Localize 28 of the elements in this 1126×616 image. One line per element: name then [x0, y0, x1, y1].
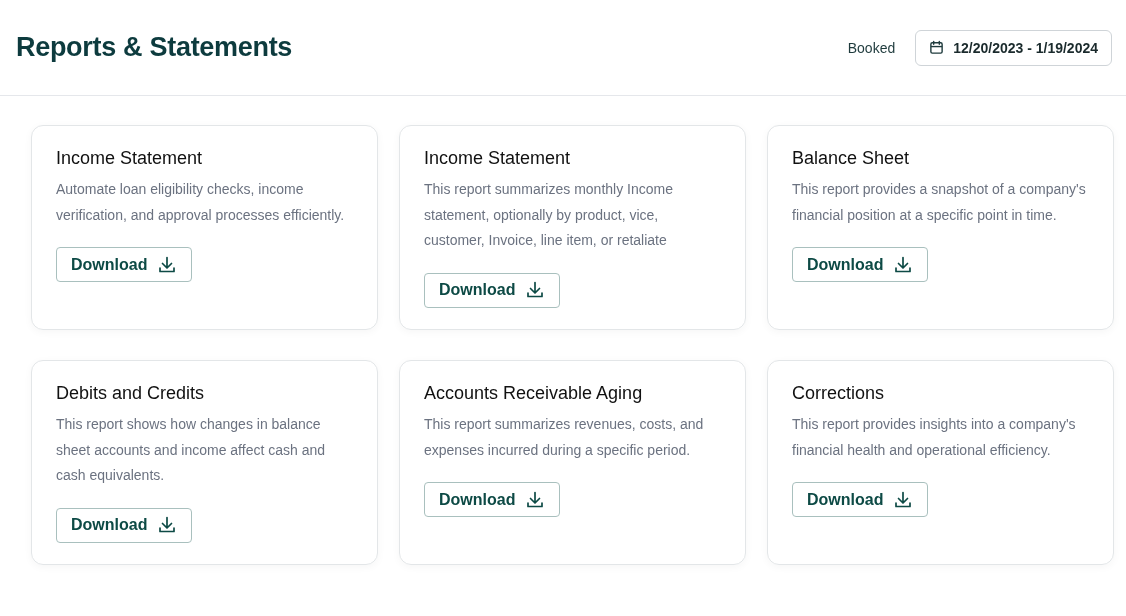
- report-title: Corrections: [792, 382, 885, 404]
- download-button[interactable]: Download: [424, 272, 561, 308]
- page-title: Reports & Statements: [16, 32, 293, 63]
- report-description: This report summarizes revenues, costs, and expenses incurred during a specific period.: [424, 415, 705, 460]
- download-button[interactable]: Download: [56, 507, 193, 543]
- report-title: Accounts Receivable Aging: [424, 382, 643, 404]
- report-description: This report provides a snapshot of a company's financial position at a specific point in time.: [792, 180, 1087, 225]
- report-description: This report provides insights into a company's financial health and operational efficiency.: [792, 415, 1077, 460]
- report-title: Balance Sheet: [792, 147, 910, 169]
- download-icon: [157, 254, 178, 275]
- filter-label: Booked: [847, 39, 896, 56]
- report-title: Income Statement: [56, 147, 203, 169]
- report-description: Automate loan eligibility checks, income verification, and approval processes efficiently.: [56, 180, 346, 225]
- report-description: This report shows how changes in balance sheet accounts and income affect cash and cash equivalents.: [56, 415, 327, 485]
- calendar-icon: [929, 40, 945, 55]
- download-button[interactable]: Download: [792, 482, 929, 517]
- report-title: Income Statement: [424, 147, 571, 169]
- download-icon: [893, 254, 914, 275]
- date-range-button[interactable]: 12/20/2023 - 1/19/2024: [915, 29, 1112, 66]
- download-icon: [893, 489, 914, 510]
- download-icon: [525, 489, 546, 510]
- download-button[interactable]: Download: [56, 247, 193, 282]
- download-icon: [525, 280, 546, 300]
- download-button[interactable]: Download: [424, 482, 561, 517]
- report-description: This report summarizes monthly Income statement, optionally by product, vice, customer, Invoice, line item, or retaliate: [424, 180, 674, 250]
- report-title: Debits and Credits: [56, 382, 205, 404]
- download-icon: [157, 515, 178, 535]
- download-button[interactable]: Download: [792, 247, 929, 282]
